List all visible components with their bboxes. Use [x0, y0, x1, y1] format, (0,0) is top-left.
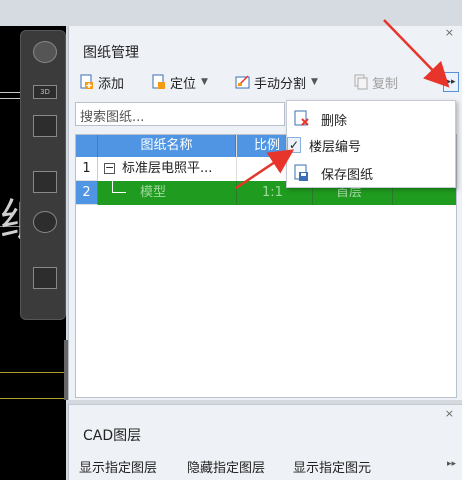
menu-item-delete[interactable]: 删除 [287, 105, 457, 133]
column-header-name[interactable]: 图纸名称 [98, 135, 236, 157]
copy-label: 复制 [372, 76, 399, 92]
row-number: 2 [76, 181, 98, 205]
close-icon[interactable]: × [445, 26, 454, 39]
menu-item-label: 保存图纸 [321, 167, 374, 183]
add-drawing-icon [79, 74, 95, 90]
view-navigation-bar: 3D [20, 30, 66, 320]
chevron-down-icon: ▼ [311, 77, 318, 87]
cad-layers-panel: × CAD图层 显示指定图层 隐藏指定图层 显示指定图元 ▸▸ [68, 404, 462, 480]
split-icon [235, 74, 251, 90]
drawing-name: 模型 [140, 185, 167, 200]
cad-canvas[interactable]: 纸管的 3D [0, 26, 66, 480]
show-layer-button[interactable]: 显示指定图层 [79, 457, 157, 476]
collapse-toggle-icon[interactable]: − [104, 157, 118, 181]
show-element-button[interactable]: 显示指定图元 [293, 457, 371, 476]
close-icon[interactable]: × [445, 407, 454, 420]
panel-title: CAD图层 [83, 428, 142, 444]
menu-item-floor-number[interactable]: ✓ 楼层编号 [287, 131, 457, 159]
add-button[interactable]: 添加 [79, 72, 124, 92]
grid-view-icon[interactable] [33, 267, 57, 289]
menu-item-save-drawing[interactable]: 保存图纸 [287, 159, 457, 187]
view-cube-icon[interactable] [33, 41, 57, 63]
grid-line [236, 135, 237, 181]
panel-title: 图纸管理 [83, 45, 139, 61]
toolbar: 添加 定位 ▼ 手动分割 ▼ 复制 ▸▸ [69, 68, 462, 96]
more-options-button[interactable]: ▸▸ [443, 72, 459, 92]
cad-line [0, 372, 66, 373]
save-icon [293, 164, 311, 182]
context-menu: 删除 ✓ 楼层编号 保存图纸 [286, 100, 456, 188]
locate-button[interactable]: 定位 ▼ [151, 72, 208, 92]
copy-icon [353, 74, 369, 90]
copy-button[interactable]: 复制 [353, 72, 398, 92]
3d-view-icon[interactable]: 3D [33, 85, 57, 99]
top-bar [0, 0, 462, 26]
menu-item-label: 楼层编号 [309, 139, 362, 155]
manual-split-button[interactable]: 手动分割 ▼ [235, 72, 318, 92]
hide-layer-button[interactable]: 隐藏指定图层 [187, 457, 265, 476]
tree-connector [112, 181, 126, 193]
rotate-icon[interactable] [33, 211, 57, 233]
table-corner [76, 135, 98, 157]
locate-icon [151, 74, 167, 90]
orbit-icon[interactable] [33, 171, 57, 193]
drawing-management-panel: × 图纸管理 添加 定位 ▼ 手动分割 ▼ 复制 ▸▸ 搜索图纸... 图纸名称… [68, 26, 462, 400]
row-number: 1 [76, 157, 98, 181]
drawing-name: 标准层电照平... [122, 161, 213, 176]
box-view-icon[interactable] [33, 115, 57, 137]
more-options-icon[interactable]: ▸▸ [447, 459, 456, 469]
collapse-glyph: − [104, 161, 115, 174]
check-icon: ✓ [287, 137, 301, 153]
menu-item-label: 删除 [321, 113, 348, 129]
search-input[interactable]: 搜索图纸... [75, 102, 285, 126]
cad-line [0, 398, 66, 399]
chevron-down-icon: ▼ [201, 77, 208, 87]
locate-label: 定位 [170, 76, 197, 92]
delete-icon [293, 110, 311, 128]
grid-line [236, 181, 237, 205]
manual-split-label: 手动分割 [254, 76, 307, 92]
add-label: 添加 [98, 76, 125, 92]
